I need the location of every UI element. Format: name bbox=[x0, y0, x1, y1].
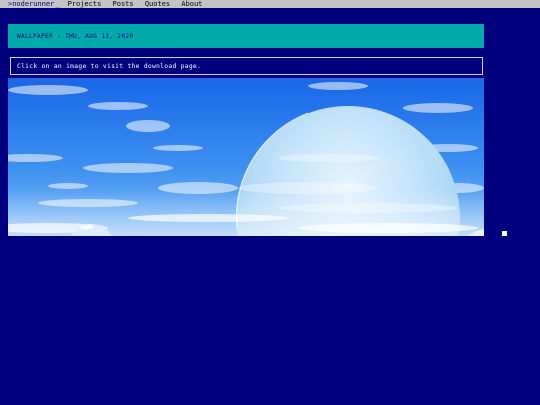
instruction-box: Click on an image to visit the download … bbox=[10, 57, 483, 75]
main-nav: Projects Posts Quotes About bbox=[60, 0, 203, 8]
post-title-banner: WALLPAPER - THU, AUG 13, 2020 bbox=[8, 24, 484, 48]
top-menu-bar: >noderunner _ Projects Posts Quotes Abou… bbox=[0, 0, 540, 8]
instruction-text: Click on an image to visit the download … bbox=[17, 62, 202, 70]
wallpaper-image-link[interactable] bbox=[8, 78, 484, 236]
planet-over-sky-image bbox=[8, 78, 484, 236]
nav-link-about[interactable]: About bbox=[181, 0, 202, 8]
site-brand[interactable]: >noderunner bbox=[8, 0, 54, 8]
nav-link-projects[interactable]: Projects bbox=[68, 0, 102, 8]
scroll-position-marker[interactable] bbox=[502, 231, 507, 236]
nav-link-quotes[interactable]: Quotes bbox=[145, 0, 170, 8]
post-title: WALLPAPER - THU, AUG 13, 2020 bbox=[17, 32, 134, 40]
nav-link-posts[interactable]: Posts bbox=[113, 0, 134, 8]
